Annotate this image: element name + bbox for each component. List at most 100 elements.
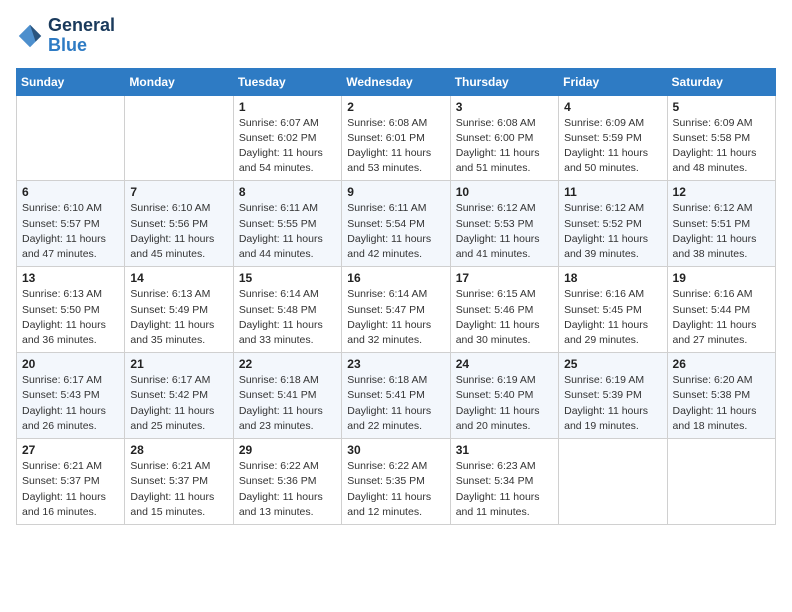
day-info: Sunrise: 6:14 AM Sunset: 5:48 PM Dayligh… <box>239 287 336 348</box>
calendar-cell: 1 Sunrise: 6:07 AM Sunset: 6:02 PM Daylig… <box>233 95 341 181</box>
day-number: 25 <box>564 357 661 371</box>
header-day-friday: Friday <box>559 68 667 95</box>
calendar-cell: 23 Sunrise: 6:18 AM Sunset: 5:41 PM Dayli… <box>342 353 450 439</box>
calendar-body: 1 Sunrise: 6:07 AM Sunset: 6:02 PM Daylig… <box>17 95 776 524</box>
calendar-cell: 21Sunrise: 6:17 AM Sunset: 5:42 PM Dayli… <box>125 353 233 439</box>
calendar-week-4: 27 Sunrise: 6:21 AM Sunset: 5:37 PM Dayli… <box>17 439 776 525</box>
day-number: 3 <box>456 100 553 114</box>
day-info: Sunrise: 6:08 AM Sunset: 6:01 PM Dayligh… <box>347 116 444 177</box>
day-info: Sunrise: 6:13 AM Sunset: 5:50 PM Dayligh… <box>22 287 119 348</box>
day-number: 2 <box>347 100 444 114</box>
day-number: 4 <box>564 100 661 114</box>
calendar-cell: 31 Sunrise: 6:23 AM Sunset: 5:34 PM Dayli… <box>450 439 558 525</box>
day-info: Sunrise: 6:22 AM Sunset: 5:35 PM Dayligh… <box>347 459 444 520</box>
day-number: 17 <box>456 271 553 285</box>
calendar-cell: 16 Sunrise: 6:14 AM Sunset: 5:47 PM Dayli… <box>342 267 450 353</box>
day-number: 15 <box>239 271 336 285</box>
header-day-thursday: Thursday <box>450 68 558 95</box>
calendar-cell: 6 Sunrise: 6:10 AM Sunset: 5:57 PM Daylig… <box>17 181 125 267</box>
day-number: 24 <box>456 357 553 371</box>
day-number: 12 <box>673 185 770 199</box>
calendar-cell: 27 Sunrise: 6:21 AM Sunset: 5:37 PM Dayli… <box>17 439 125 525</box>
day-number: 22 <box>239 357 336 371</box>
calendar-cell <box>667 439 775 525</box>
day-number: 28 <box>130 443 227 457</box>
calendar-cell: 25 Sunrise: 6:19 AM Sunset: 5:39 PM Dayli… <box>559 353 667 439</box>
day-info: Sunrise: 6:18 AM Sunset: 5:41 PM Dayligh… <box>239 373 336 434</box>
calendar-cell: 28 Sunrise: 6:21 AM Sunset: 5:37 PM Dayli… <box>125 439 233 525</box>
day-number: 5 <box>673 100 770 114</box>
day-info: Sunrise: 6:14 AM Sunset: 5:47 PM Dayligh… <box>347 287 444 348</box>
calendar-cell: 9Sunrise: 6:11 AM Sunset: 5:54 PM Daylig… <box>342 181 450 267</box>
header-day-saturday: Saturday <box>667 68 775 95</box>
day-number: 29 <box>239 443 336 457</box>
day-info: Sunrise: 6:09 AM Sunset: 5:59 PM Dayligh… <box>564 116 661 177</box>
day-info: Sunrise: 6:21 AM Sunset: 5:37 PM Dayligh… <box>130 459 227 520</box>
calendar-header: SundayMondayTuesdayWednesdayThursdayFrid… <box>17 68 776 95</box>
day-number: 7 <box>130 185 227 199</box>
day-info: Sunrise: 6:10 AM Sunset: 5:57 PM Dayligh… <box>22 201 119 262</box>
day-number: 6 <box>22 185 119 199</box>
calendar-week-3: 20Sunrise: 6:17 AM Sunset: 5:43 PM Dayli… <box>17 353 776 439</box>
day-number: 26 <box>673 357 770 371</box>
day-info: Sunrise: 6:11 AM Sunset: 5:54 PM Dayligh… <box>347 201 444 262</box>
calendar-week-1: 6 Sunrise: 6:10 AM Sunset: 5:57 PM Daylig… <box>17 181 776 267</box>
page-header: General Blue <box>16 16 776 56</box>
day-number: 16 <box>347 271 444 285</box>
day-number: 31 <box>456 443 553 457</box>
day-info: Sunrise: 6:19 AM Sunset: 5:39 PM Dayligh… <box>564 373 661 434</box>
logo-text-blue: Blue <box>48 36 115 56</box>
calendar-cell: 5 Sunrise: 6:09 AM Sunset: 5:58 PM Daylig… <box>667 95 775 181</box>
calendar-cell: 22 Sunrise: 6:18 AM Sunset: 5:41 PM Dayli… <box>233 353 341 439</box>
day-info: Sunrise: 6:13 AM Sunset: 5:49 PM Dayligh… <box>130 287 227 348</box>
calendar-cell: 3 Sunrise: 6:08 AM Sunset: 6:00 PM Daylig… <box>450 95 558 181</box>
calendar-cell: 18 Sunrise: 6:16 AM Sunset: 5:45 PM Dayli… <box>559 267 667 353</box>
calendar-cell: 11Sunrise: 6:12 AM Sunset: 5:52 PM Dayli… <box>559 181 667 267</box>
calendar-cell: 13Sunrise: 6:13 AM Sunset: 5:50 PM Dayli… <box>17 267 125 353</box>
day-info: Sunrise: 6:07 AM Sunset: 6:02 PM Dayligh… <box>239 116 336 177</box>
calendar-cell: 30 Sunrise: 6:22 AM Sunset: 5:35 PM Dayli… <box>342 439 450 525</box>
day-number: 14 <box>130 271 227 285</box>
day-number: 19 <box>673 271 770 285</box>
calendar-cell: 7 Sunrise: 6:10 AM Sunset: 5:56 PM Daylig… <box>125 181 233 267</box>
day-info: Sunrise: 6:18 AM Sunset: 5:41 PM Dayligh… <box>347 373 444 434</box>
calendar-cell <box>17 95 125 181</box>
calendar-cell: 4 Sunrise: 6:09 AM Sunset: 5:59 PM Daylig… <box>559 95 667 181</box>
calendar-cell: 10Sunrise: 6:12 AM Sunset: 5:53 PM Dayli… <box>450 181 558 267</box>
calendar-table: SundayMondayTuesdayWednesdayThursdayFrid… <box>16 68 776 525</box>
day-info: Sunrise: 6:12 AM Sunset: 5:52 PM Dayligh… <box>564 201 661 262</box>
day-info: Sunrise: 6:10 AM Sunset: 5:56 PM Dayligh… <box>130 201 227 262</box>
calendar-cell: 17 Sunrise: 6:15 AM Sunset: 5:46 PM Dayli… <box>450 267 558 353</box>
calendar-cell: 24Sunrise: 6:19 AM Sunset: 5:40 PM Dayli… <box>450 353 558 439</box>
day-number: 27 <box>22 443 119 457</box>
day-info: Sunrise: 6:16 AM Sunset: 5:45 PM Dayligh… <box>564 287 661 348</box>
header-row: SundayMondayTuesdayWednesdayThursdayFrid… <box>17 68 776 95</box>
header-day-tuesday: Tuesday <box>233 68 341 95</box>
calendar-cell: 20Sunrise: 6:17 AM Sunset: 5:43 PM Dayli… <box>17 353 125 439</box>
day-info: Sunrise: 6:15 AM Sunset: 5:46 PM Dayligh… <box>456 287 553 348</box>
calendar-week-2: 13Sunrise: 6:13 AM Sunset: 5:50 PM Dayli… <box>17 267 776 353</box>
day-info: Sunrise: 6:17 AM Sunset: 5:42 PM Dayligh… <box>130 373 227 434</box>
calendar-cell: 12Sunrise: 6:12 AM Sunset: 5:51 PM Dayli… <box>667 181 775 267</box>
day-number: 18 <box>564 271 661 285</box>
calendar-cell: 2 Sunrise: 6:08 AM Sunset: 6:01 PM Daylig… <box>342 95 450 181</box>
day-info: Sunrise: 6:21 AM Sunset: 5:37 PM Dayligh… <box>22 459 119 520</box>
day-number: 8 <box>239 185 336 199</box>
day-number: 23 <box>347 357 444 371</box>
calendar-cell: 8Sunrise: 6:11 AM Sunset: 5:55 PM Daylig… <box>233 181 341 267</box>
header-day-wednesday: Wednesday <box>342 68 450 95</box>
calendar-cell: 29Sunrise: 6:22 AM Sunset: 5:36 PM Dayli… <box>233 439 341 525</box>
calendar-week-0: 1 Sunrise: 6:07 AM Sunset: 6:02 PM Daylig… <box>17 95 776 181</box>
header-day-sunday: Sunday <box>17 68 125 95</box>
day-number: 30 <box>347 443 444 457</box>
day-info: Sunrise: 6:08 AM Sunset: 6:00 PM Dayligh… <box>456 116 553 177</box>
calendar-cell <box>125 95 233 181</box>
calendar-cell: 15 Sunrise: 6:14 AM Sunset: 5:48 PM Dayli… <box>233 267 341 353</box>
logo: General Blue <box>16 16 115 56</box>
day-info: Sunrise: 6:23 AM Sunset: 5:34 PM Dayligh… <box>456 459 553 520</box>
day-info: Sunrise: 6:16 AM Sunset: 5:44 PM Dayligh… <box>673 287 770 348</box>
day-info: Sunrise: 6:20 AM Sunset: 5:38 PM Dayligh… <box>673 373 770 434</box>
day-info: Sunrise: 6:09 AM Sunset: 5:58 PM Dayligh… <box>673 116 770 177</box>
day-number: 1 <box>239 100 336 114</box>
day-number: 10 <box>456 185 553 199</box>
